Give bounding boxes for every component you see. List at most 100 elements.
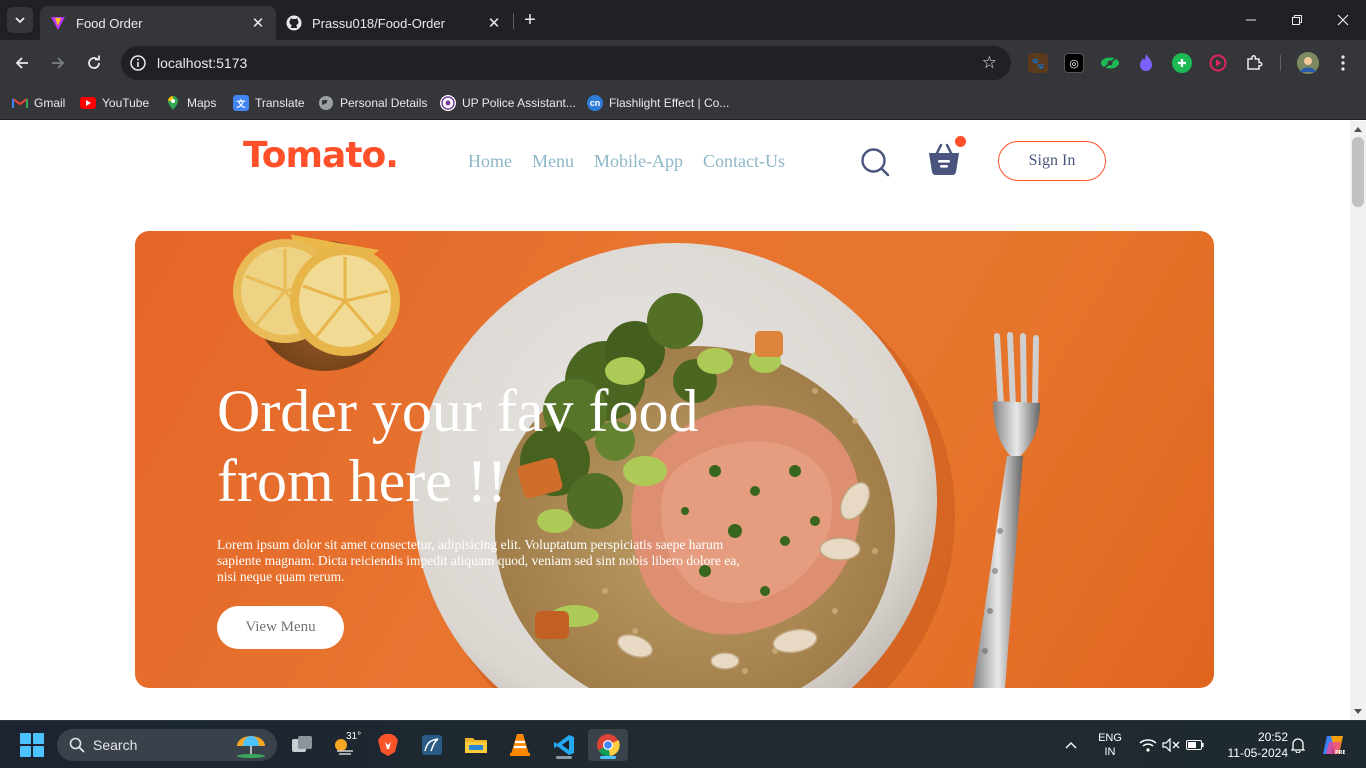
system-clock[interactable]: 20:52 11-05-2024 xyxy=(1216,729,1289,761)
restore-button[interactable] xyxy=(1274,0,1320,40)
new-tab-button[interactable]: + xyxy=(520,9,540,31)
bookmark-youtube[interactable]: YouTube xyxy=(80,93,149,113)
bookmark-flashlight-effect[interactable]: cn Flashlight Effect | Co... xyxy=(587,93,729,113)
bookmark-up-police[interactable]: UP Police Assistant... xyxy=(440,93,576,113)
chrome-app[interactable] xyxy=(588,729,628,761)
battery-status[interactable] xyxy=(1184,721,1206,769)
bookmark-label: Flashlight Effect | Co... xyxy=(609,96,730,110)
back-button[interactable] xyxy=(9,50,35,76)
search-placeholder: Search xyxy=(93,737,138,753)
notifications-button[interactable] xyxy=(1288,721,1308,769)
mysql-workbench-icon xyxy=(422,735,442,755)
beach-umbrella-icon xyxy=(237,736,265,758)
site-logo[interactable]: Tomato. xyxy=(243,135,399,176)
nav-menu[interactable]: Menu xyxy=(532,151,574,172)
paw-extension-icon[interactable]: 🐾 xyxy=(1028,53,1048,73)
mysql-workbench-app[interactable] xyxy=(412,729,452,761)
profile-avatar[interactable] xyxy=(1297,52,1319,74)
copilot-button[interactable]: PRE xyxy=(1318,721,1348,769)
codepen-icon: cn xyxy=(587,95,603,111)
restore-icon xyxy=(1292,15,1302,25)
tab-food-order[interactable]: Food Order ✕ xyxy=(40,6,276,40)
vlc-player-app[interactable] xyxy=(500,729,540,761)
scrollbar-thumb[interactable] xyxy=(1352,137,1364,207)
toolbar-divider xyxy=(1280,55,1281,71)
browser-menu-button[interactable] xyxy=(1330,50,1356,76)
file-explorer-app[interactable] xyxy=(456,729,496,761)
youtube-icon xyxy=(80,97,96,109)
nav-contact-us[interactable]: Contact-Us xyxy=(703,151,785,172)
scroll-up-arrow[interactable] xyxy=(1354,127,1362,132)
show-hidden-icons[interactable] xyxy=(1060,721,1082,769)
running-indicator xyxy=(600,756,616,759)
record-extension-icon[interactable] xyxy=(1208,53,1228,73)
bookmark-star-icon[interactable]: ☆ xyxy=(982,53,997,73)
globe-icon xyxy=(318,95,334,111)
hero-description: Lorem ipsum dolor sit amet consectetur, … xyxy=(217,537,740,584)
bookmark-personal-details[interactable]: Personal Details xyxy=(318,93,427,113)
gmail-icon xyxy=(12,95,28,111)
windows-start-icon[interactable] xyxy=(20,733,44,757)
eye-extension-icon[interactable] xyxy=(1100,53,1120,73)
arrow-right-icon xyxy=(52,57,65,69)
task-view-button[interactable] xyxy=(282,729,322,761)
speaker-muted-icon xyxy=(1162,738,1180,752)
page-scrollbar[interactable] xyxy=(1350,121,1366,720)
bookmarks-bar: Gmail YouTube Maps 文 Translate Personal … xyxy=(0,86,1366,120)
browser-toolbar: localhost:5173 ☆ 🐾 ◎ ✚ xyxy=(0,40,1366,86)
extensions-puzzle-icon[interactable] xyxy=(1244,53,1264,73)
tab-divider xyxy=(513,13,514,29)
taskbar-search[interactable]: Search xyxy=(57,729,277,761)
search-icon[interactable] xyxy=(860,147,890,177)
nav-home[interactable]: Home xyxy=(468,151,512,172)
address-bar[interactable]: localhost:5173 ☆ xyxy=(121,46,1011,80)
url-text[interactable]: localhost:5173 xyxy=(157,55,247,71)
plus-extension-icon[interactable]: ✚ xyxy=(1172,53,1192,73)
bookmark-translate[interactable]: 文 Translate xyxy=(233,93,305,113)
police-icon xyxy=(440,95,456,111)
flame-extension-icon[interactable] xyxy=(1136,53,1156,73)
minimize-button[interactable] xyxy=(1228,0,1274,40)
brave-icon xyxy=(378,734,398,756)
close-tab-icon[interactable]: ✕ xyxy=(250,14,266,32)
forward-button[interactable] xyxy=(45,50,71,76)
bookmark-maps[interactable]: Maps xyxy=(165,93,216,113)
openai-extension-icon[interactable]: ◎ xyxy=(1064,53,1084,73)
brave-browser-app[interactable] xyxy=(368,729,408,761)
clock-time: 20:52 xyxy=(1257,730,1288,744)
weather-widget[interactable]: 31° xyxy=(324,729,364,761)
clock-date: 11-05-2024 xyxy=(1227,746,1289,760)
view-menu-button[interactable]: View Menu xyxy=(217,606,344,649)
bookmark-gmail[interactable]: Gmail xyxy=(12,93,65,113)
vlc-icon xyxy=(510,734,530,756)
sign-in-button[interactable]: Sign In xyxy=(998,141,1106,181)
language-code: ENG xyxy=(1098,732,1122,744)
minimize-icon xyxy=(1246,19,1256,21)
weather-temp: 31° xyxy=(346,731,362,742)
bookmark-label: UP Police Assistant... xyxy=(462,96,576,110)
maps-icon xyxy=(165,95,181,111)
bookmark-label: YouTube xyxy=(102,96,150,110)
vscode-app[interactable] xyxy=(544,729,584,761)
tab-search-button[interactable] xyxy=(7,7,33,33)
bookmark-label: Translate xyxy=(255,96,305,110)
tab-github-repo[interactable]: Prassu018/Food-Order ✕ xyxy=(276,6,512,40)
volume-status[interactable] xyxy=(1160,721,1182,769)
region-code: IN xyxy=(1104,746,1116,758)
reload-button[interactable] xyxy=(81,50,107,76)
scroll-down-arrow[interactable] xyxy=(1354,709,1362,714)
input-language[interactable]: ENG IN xyxy=(1093,721,1127,769)
wifi-status[interactable] xyxy=(1137,721,1159,769)
windows-taskbar: Search 31° ENG IN 20:52 11-05-2024 PRE xyxy=(0,720,1366,768)
site-info-icon[interactable] xyxy=(129,54,147,72)
basket-icon[interactable] xyxy=(927,141,961,177)
close-tab-icon[interactable]: ✕ xyxy=(486,14,502,32)
translate-icon: 文 xyxy=(233,95,249,111)
svg-text:PRE: PRE xyxy=(1335,750,1345,756)
page-viewport: Tomato. Home Menu Mobile-App Contact-Us … xyxy=(0,121,1350,720)
nav-mobile-app[interactable]: Mobile-App xyxy=(594,151,683,172)
chevron-down-icon xyxy=(15,17,25,24)
more-vertical-icon xyxy=(1341,55,1345,71)
vscode-icon xyxy=(554,735,574,755)
close-window-button[interactable] xyxy=(1320,0,1366,40)
